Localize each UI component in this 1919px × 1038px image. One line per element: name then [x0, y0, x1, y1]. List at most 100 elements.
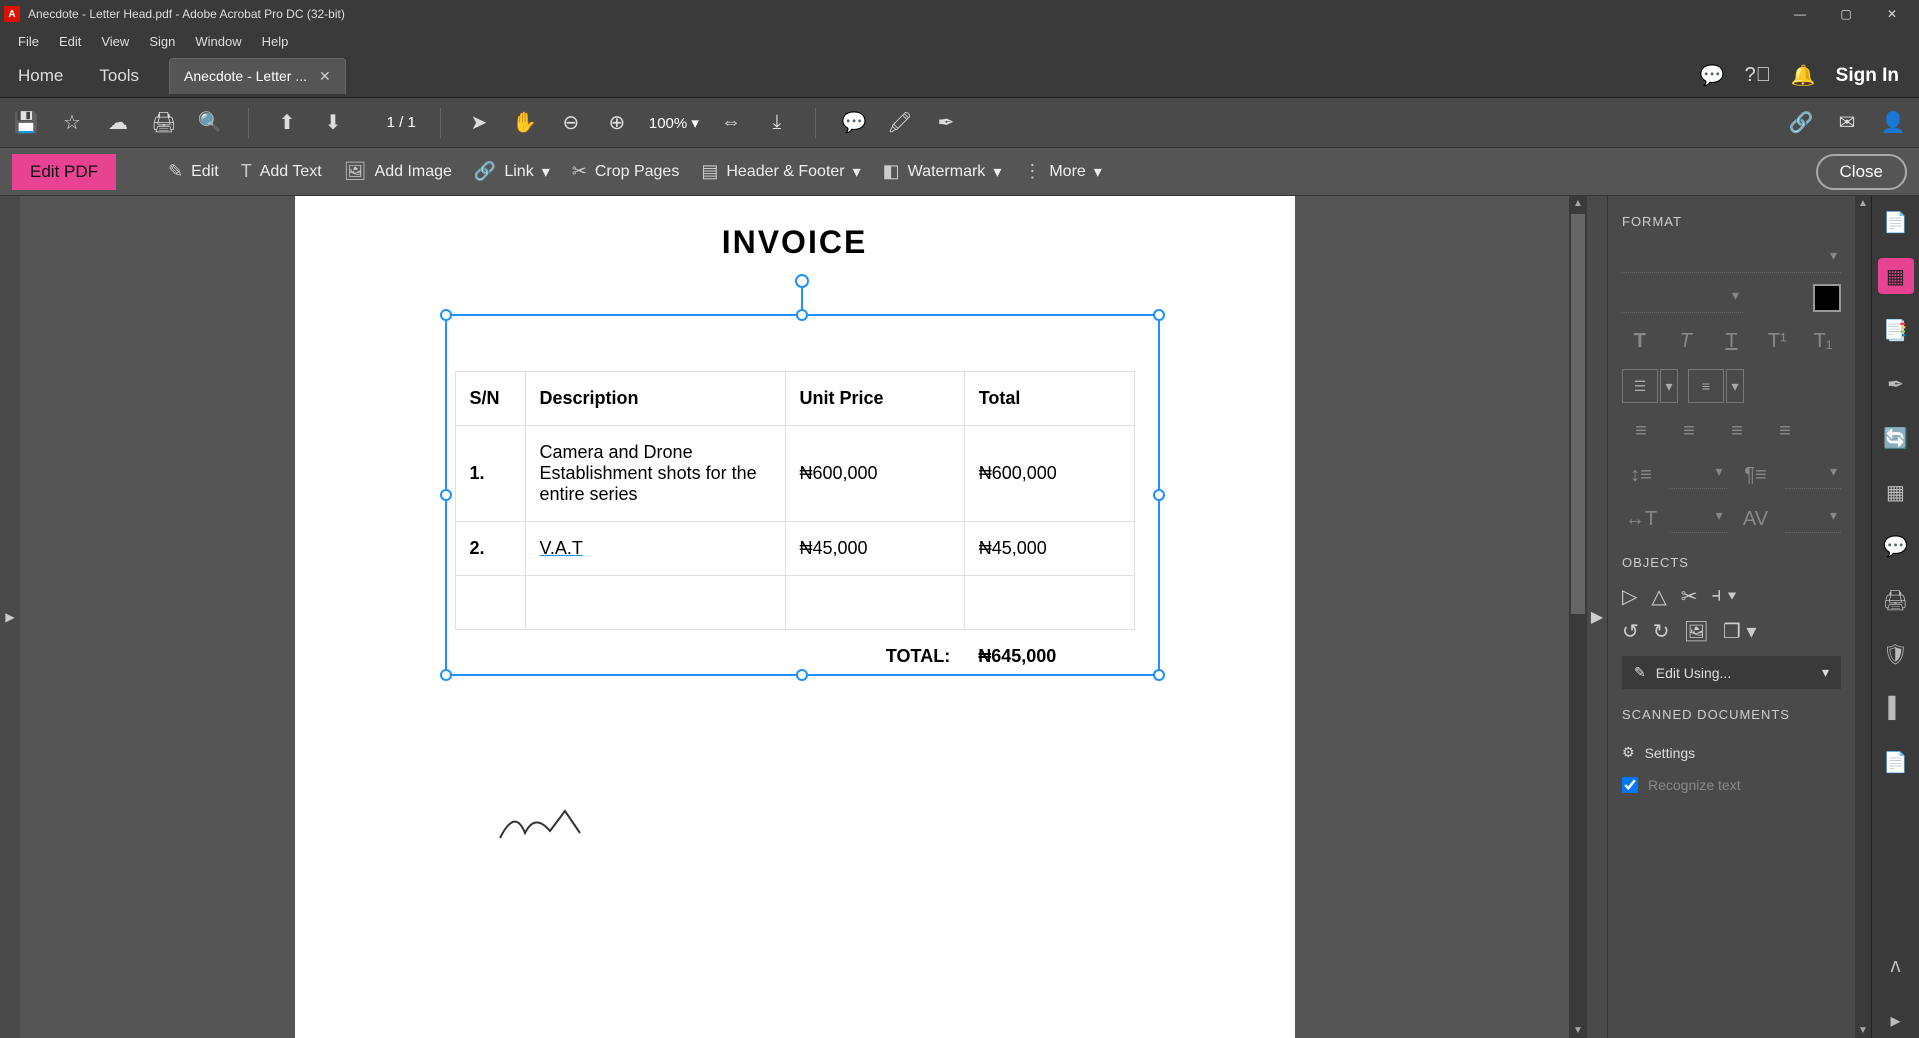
protect-tool-button[interactable]: 🛡 [1878, 636, 1914, 672]
link-button[interactable]: 🔗Link ▾ [474, 161, 550, 182]
zoom-out-icon[interactable]: ⊖ [557, 110, 585, 135]
save-icon[interactable]: 💾 [12, 110, 40, 135]
font-family-dropdown[interactable] [1622, 243, 1841, 273]
horizontal-scale-button[interactable]: ↔T [1622, 503, 1660, 535]
sign-tool-button[interactable]: ✒ [1878, 366, 1914, 402]
rotation-handle[interactable] [795, 274, 809, 288]
more-button[interactable]: ⋮More ▾ [1023, 161, 1101, 182]
minimize-button[interactable]: — [1777, 0, 1823, 28]
comment-tool-icon[interactable]: 💬 [840, 110, 868, 135]
numbered-list-button[interactable]: ≡ [1688, 369, 1724, 403]
resize-handle-bl[interactable] [440, 669, 452, 681]
font-size-dropdown[interactable] [1622, 283, 1743, 313]
tab-tools[interactable]: Tools [81, 54, 157, 97]
print-icon[interactable]: 🖨 [150, 110, 178, 135]
tab-close-icon[interactable]: ✕ [319, 68, 331, 85]
resize-handle-tr[interactable] [1153, 309, 1165, 321]
header-footer-button[interactable]: ▤Header & Footer ▾ [701, 161, 860, 182]
italic-button[interactable]: T [1668, 325, 1704, 357]
right-gutter[interactable]: ▶ [1587, 196, 1607, 1038]
fit-width-icon[interactable]: ⇔ [717, 111, 745, 134]
zoom-level[interactable]: 100% ▾ [649, 114, 699, 132]
menu-file[interactable]: File [8, 30, 49, 53]
search-icon[interactable]: 🔍 [196, 110, 224, 135]
recognize-checkbox[interactable] [1622, 777, 1638, 793]
help-icon[interactable]: ?⃝ [1745, 64, 1771, 87]
tab-document[interactable]: Anecdote - Letter ... ✕ [169, 58, 346, 94]
expand-tools-button[interactable]: ʌ [1878, 948, 1914, 984]
bold-button[interactable]: T [1622, 325, 1658, 357]
crop-object-button[interactable]: ✂ [1681, 584, 1698, 609]
selection-box[interactable] [445, 314, 1160, 676]
bell-icon[interactable]: 🔔 [1791, 63, 1816, 88]
resize-handle-br[interactable] [1153, 669, 1165, 681]
pointer-icon[interactable]: ➤ [465, 110, 493, 135]
scroll-up-icon[interactable]: ▲ [1855, 198, 1871, 209]
resize-handle-tl[interactable] [440, 309, 452, 321]
scroll-down-icon[interactable]: ▼ [1855, 1025, 1871, 1036]
scan-tool-button[interactable]: 🖨 [1878, 582, 1914, 618]
create-pdf-button[interactable]: 📄 [1878, 204, 1914, 240]
menu-edit[interactable]: Edit [49, 30, 91, 53]
compress-tool-button[interactable]: 📄 [1878, 744, 1914, 780]
organize-pages-button[interactable]: 🔄 [1878, 420, 1914, 456]
rotate-cw-button[interactable]: ↻ [1653, 619, 1670, 644]
tab-home[interactable]: Home [0, 54, 81, 97]
edit-using-dropdown[interactable]: ✎ Edit Using... ▾ [1622, 656, 1841, 689]
pdf-page[interactable]: INVOICE S/N Description Unit Price Total… [295, 196, 1295, 1038]
menu-view[interactable]: View [91, 30, 139, 53]
redact-tool-button[interactable]: ▌ [1878, 690, 1914, 726]
arrange-button[interactable]: ❐ ▾ [1723, 619, 1757, 644]
attach-icon[interactable]: 🔗 [1787, 110, 1815, 135]
vertical-scrollbar[interactable]: ▲ ▼ [1569, 196, 1587, 1038]
cloud-upload-icon[interactable]: ☁ [104, 110, 132, 135]
page-down-icon[interactable]: ⬇ [319, 110, 347, 135]
bullet-list-dropdown[interactable]: ▾ [1660, 369, 1678, 403]
close-window-button[interactable]: ✕ [1869, 0, 1915, 28]
bullet-list-button[interactable]: ☰ [1622, 369, 1658, 403]
export-pdf-button[interactable]: 📑 [1878, 312, 1914, 348]
rotate-ccw-button[interactable]: ↺ [1622, 619, 1639, 644]
document-area[interactable]: INVOICE S/N Description Unit Price Total… [20, 196, 1569, 1038]
scroll-thumb[interactable] [1571, 214, 1585, 614]
char-spacing-button[interactable]: AV [1737, 503, 1775, 535]
align-right-button[interactable]: ≡ [1718, 415, 1756, 447]
page-current-input[interactable] [365, 114, 395, 131]
add-text-button[interactable]: TAdd Text [241, 161, 322, 182]
paragraph-spacing-dropdown[interactable] [1785, 459, 1842, 489]
resize-handle-ml[interactable] [440, 489, 452, 501]
resize-handle-bm[interactable] [796, 669, 808, 681]
add-image-button[interactable]: 🖼Add Image [344, 161, 452, 182]
highlight-icon[interactable]: 🖍 [886, 110, 914, 135]
zoom-in-icon[interactable]: ⊕ [603, 110, 631, 135]
crop-pages-button[interactable]: ✂Crop Pages [572, 161, 680, 182]
align-left-button[interactable]: ≡ [1622, 415, 1660, 447]
scroll-up-icon[interactable]: ▲ [1569, 198, 1587, 209]
menu-sign[interactable]: Sign [139, 30, 185, 53]
underline-button[interactable]: T [1714, 325, 1750, 357]
align-objects-button[interactable]: ⫞ ▾ [1712, 584, 1737, 609]
panel-scrollbar[interactable]: ▲ ▼ [1855, 196, 1871, 1038]
menu-help[interactable]: Help [252, 30, 299, 53]
menu-window[interactable]: Window [185, 30, 251, 53]
subscript-button[interactable]: T₁ [1805, 325, 1841, 357]
replace-image-button[interactable]: 🖼 [1684, 619, 1709, 644]
hand-icon[interactable]: ✋ [511, 110, 539, 135]
maximize-button[interactable]: ▢ [1823, 0, 1869, 28]
hscale-dropdown[interactable] [1670, 503, 1727, 533]
char-spacing-dropdown[interactable] [1785, 503, 1842, 533]
watermark-button[interactable]: ◧Watermark ▾ [883, 161, 1002, 182]
sign-in-button[interactable]: Sign In [1836, 65, 1899, 87]
fit-page-icon[interactable]: ⤓ [763, 111, 791, 134]
page-up-icon[interactable]: ⬆ [273, 110, 301, 135]
edit-button[interactable]: ✎Edit [168, 161, 219, 182]
recognize-text-row[interactable]: Recognize text [1622, 769, 1841, 801]
line-spacing-button[interactable]: ↕≡ [1622, 459, 1660, 491]
scroll-down-icon[interactable]: ▼ [1569, 1025, 1587, 1036]
star-icon[interactable]: ☆ [58, 110, 86, 135]
color-picker[interactable] [1813, 284, 1841, 312]
superscript-button[interactable]: T¹ [1759, 325, 1795, 357]
left-gutter[interactable]: ▶ [0, 196, 20, 1038]
settings-button[interactable]: ⚙ Settings [1622, 736, 1841, 769]
close-edit-button[interactable]: Close [1816, 154, 1907, 190]
